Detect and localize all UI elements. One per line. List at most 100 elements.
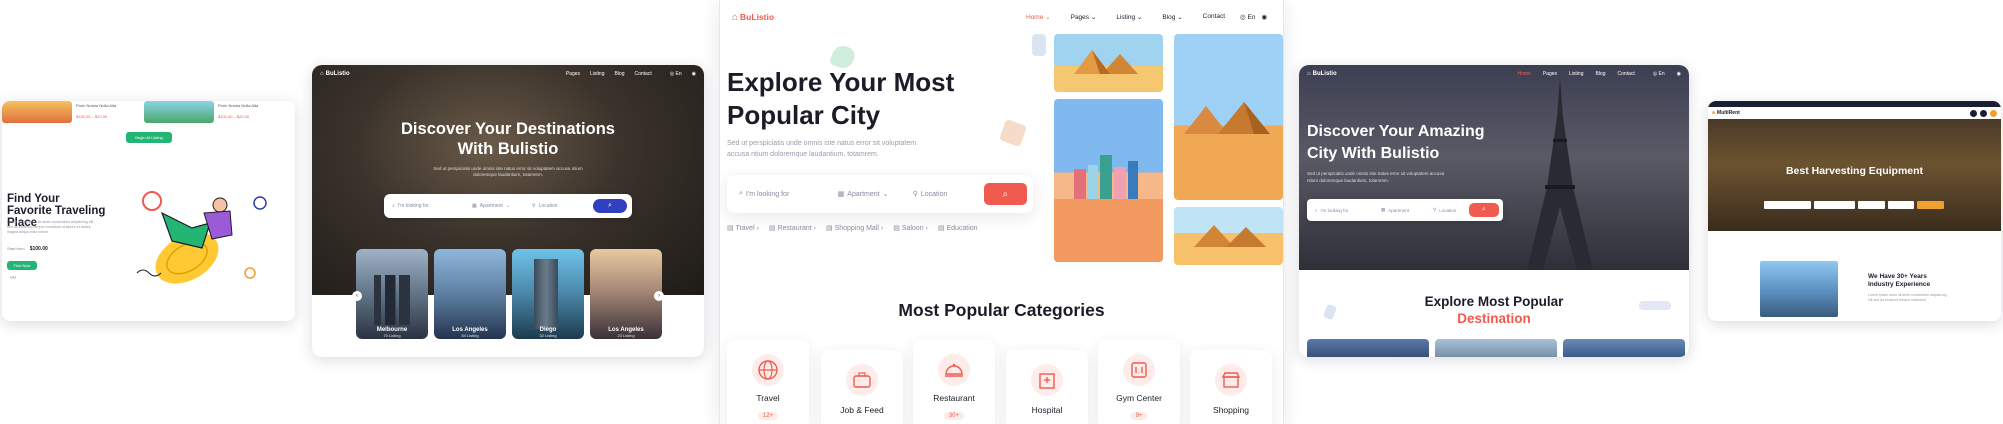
quick-link-travel[interactable]: ▤ Travel › bbox=[727, 224, 759, 232]
nav-menu: Pages Listing Blog Contact ◎ En ◉ bbox=[566, 71, 696, 77]
category-card-job[interactable]: Job & Feed bbox=[821, 350, 903, 424]
section-title: Most Popular Categories bbox=[898, 300, 1105, 320]
nav-item-blog[interactable]: Blog ⌄ bbox=[1162, 13, 1182, 21]
cart-icon[interactable] bbox=[1970, 109, 1977, 117]
search-icon[interactable] bbox=[1980, 109, 1987, 117]
hero-filter-bar bbox=[1764, 201, 1945, 209]
category-card-gym[interactable]: Gym Center 9+ bbox=[1098, 340, 1180, 424]
search-bar: ⌕ I'm looking for ▦ Apartment ⚲ Location ⌕ bbox=[1307, 199, 1503, 221]
search-bar: ⌕ I'm looking for ▦ Apartment ⌄ ⚲ Location ⌕ bbox=[727, 175, 1033, 213]
category-card-restaurant[interactable]: Restaurant 30+ bbox=[913, 340, 995, 424]
search-button[interactable]: ⌕ bbox=[1469, 203, 1499, 217]
category-count-badge: 9+ bbox=[1130, 412, 1148, 420]
nav-item-home[interactable]: Home ⌄ bbox=[1026, 13, 1051, 21]
nav-item-contact[interactable]: Contact bbox=[635, 71, 652, 77]
filter-field[interactable] bbox=[1814, 201, 1856, 209]
top-nav: ⌂ BuListio Pages Listing Blog Contact ◎ … bbox=[312, 65, 704, 83]
filter-field[interactable] bbox=[1858, 201, 1885, 209]
preview-card-dark-hero[interactable]: ⌂ BuListio Pages Listing Blog Contact ◎ … bbox=[312, 65, 704, 357]
category-select[interactable]: ▦ Apartment bbox=[1373, 207, 1425, 213]
search-button[interactable]: ⌕ bbox=[593, 199, 627, 213]
category-name: Shopping bbox=[1213, 405, 1249, 415]
keyword-input[interactable]: ⌕ I'm looking for bbox=[384, 203, 464, 209]
user-icon[interactable]: ◉ bbox=[1677, 71, 1681, 77]
hero-body-text: Lorem ipsum dolor sit amet consectetur a… bbox=[7, 220, 94, 234]
search-bar: ⌕ I'm looking for ▦ Apartment ⌄ ⚲ Location ⌕ bbox=[384, 194, 632, 218]
quick-link-shopping[interactable]: ▤ Shopping Mall › bbox=[826, 224, 883, 232]
brand-logo[interactable]: BuListio bbox=[1313, 71, 1337, 77]
search-button[interactable]: ⌕ bbox=[983, 183, 1027, 205]
location-input[interactable]: ⚲ Location bbox=[524, 203, 584, 209]
destination-thumb[interactable] bbox=[1563, 339, 1685, 357]
language-selector[interactable]: ◎ En bbox=[670, 71, 682, 77]
menu-icon[interactable] bbox=[1990, 109, 1997, 117]
location-input[interactable]: ⚲ Location bbox=[1425, 207, 1469, 213]
brand-logo[interactable]: BuListio bbox=[326, 71, 350, 77]
preview-card-eiffel-hero[interactable]: ⌂ BuListio Home Pages Listing Blog Conta… bbox=[1299, 65, 1689, 357]
hospital-icon bbox=[1031, 364, 1063, 396]
destination-thumb[interactable] bbox=[1307, 339, 1429, 357]
about-title: We Have 30+ Years Industry Experience bbox=[1868, 273, 1931, 288]
city-card[interactable]: Melbourne 70 Listing bbox=[356, 249, 428, 339]
language-selector[interactable]: ◎ En bbox=[1240, 13, 1255, 21]
hero-title: Explore Your Most Popular City bbox=[727, 67, 955, 130]
top-nav: ⌂ BuListio Home Pages Listing Blog Conta… bbox=[1299, 65, 1689, 83]
category-select[interactable]: ▦ Apartment ⌄ bbox=[464, 203, 524, 209]
destination-thumb[interactable] bbox=[1435, 339, 1557, 357]
city-card[interactable]: Diego 32 Listing bbox=[512, 249, 584, 339]
category-card-hospital[interactable]: Hospital bbox=[1006, 350, 1088, 424]
hero-subtitle: Sed ut perspiciatis unde omnis iste natu… bbox=[1307, 171, 1445, 183]
quick-link-saloon[interactable]: ▤ Saloon › bbox=[893, 224, 928, 232]
nav-item-blog[interactable]: Blog bbox=[1595, 71, 1605, 77]
nav-item-pages[interactable]: Pages bbox=[566, 71, 580, 77]
keyword-input[interactable]: ⌕ I'm looking for bbox=[727, 190, 830, 198]
category-select[interactable]: ▦ Apartment ⌄ bbox=[830, 190, 905, 199]
nav-item-home[interactable]: Home bbox=[1518, 71, 1531, 77]
category-card-shopping[interactable]: Shopping bbox=[1190, 350, 1272, 424]
carousel-next-button[interactable]: › bbox=[654, 291, 664, 301]
nav-item-listing[interactable]: Listing bbox=[590, 71, 604, 77]
category-card-travel[interactable]: Travel 12+ bbox=[727, 340, 809, 424]
city-card[interactable]: Los Angeles 54 Listing bbox=[434, 249, 506, 339]
city-card[interactable]: Los Angeles 23 Listing bbox=[590, 249, 662, 339]
nav-item-blog[interactable]: Blog bbox=[614, 71, 624, 77]
search-icon: ⌕ bbox=[1002, 188, 1009, 200]
language-selector[interactable]: ◎ En bbox=[1653, 71, 1665, 77]
preview-card-list-layout[interactable]: Proin Nostra Nulla Alta $100.00 – $20.00… bbox=[2, 101, 295, 321]
preview-card-equipment-rental[interactable]: ■ MultiRent Best Harvesting Equipment We… bbox=[1708, 101, 2001, 321]
quick-link-restaurant[interactable]: ▤ Restaurant › bbox=[769, 224, 816, 232]
carousel-prev-button[interactable]: ‹ bbox=[352, 291, 362, 301]
hero-title: Discover Your Destinations With Bulistio bbox=[401, 120, 615, 158]
brand-logo[interactable]: MultiRent bbox=[1717, 110, 1740, 116]
hero-subtitle: Sed ut perspiciatis unde omnis iste natu… bbox=[433, 166, 583, 177]
nav-item-contact[interactable]: Contact bbox=[1203, 13, 1225, 21]
user-icon[interactable]: ◉ bbox=[1261, 13, 1267, 21]
hero-image-tall-pyramids bbox=[1174, 34, 1283, 200]
top-nav: ⌂ BuListio Home ⌄ Pages ⌄ Listing ⌄ Blog… bbox=[720, 0, 1283, 34]
filter-submit-button[interactable] bbox=[1917, 201, 1945, 209]
decor-shape-peach bbox=[998, 118, 1028, 148]
filter-field[interactable] bbox=[1887, 201, 1915, 209]
add-listing-button[interactable]: Begin At Listing bbox=[126, 132, 172, 143]
chevron-down-icon: ⌄ bbox=[505, 203, 511, 209]
nav-item-listing[interactable]: Listing bbox=[1569, 71, 1583, 77]
product-info: Proin Nostra Nulla Alta $100.00 – $20.00 bbox=[76, 103, 117, 119]
chevron-down-icon: ⌄ bbox=[882, 191, 889, 198]
keyword-input[interactable]: ⌕ I'm looking for bbox=[1307, 208, 1373, 213]
nav-item-pages[interactable]: Pages ⌄ bbox=[1071, 13, 1097, 21]
nav-item-contact[interactable]: Contact bbox=[1618, 71, 1635, 77]
preview-card-featured[interactable]: ⌂ BuListio Home ⌄ Pages ⌄ Listing ⌄ Blog… bbox=[720, 0, 1283, 424]
find-now-button[interactable]: Find Now bbox=[7, 261, 37, 270]
product-thumb bbox=[144, 101, 214, 123]
brand-logo[interactable]: BuListio bbox=[740, 12, 774, 22]
nav-item-pages[interactable]: Pages bbox=[1543, 71, 1557, 77]
filter-field[interactable] bbox=[1764, 201, 1812, 209]
user-icon[interactable]: ◉ bbox=[692, 71, 696, 77]
nav-item-listing[interactable]: Listing ⌄ bbox=[1116, 13, 1142, 21]
eiffel-tower-image bbox=[1527, 77, 1593, 270]
location-input[interactable]: ⚲ Location bbox=[905, 190, 984, 199]
location-pin-icon: ⚲ bbox=[912, 191, 918, 198]
hero-image-city bbox=[1054, 99, 1163, 262]
quick-link-education[interactable]: ▤ Education bbox=[938, 224, 978, 232]
location-pin-icon: ⚲ bbox=[532, 203, 536, 209]
